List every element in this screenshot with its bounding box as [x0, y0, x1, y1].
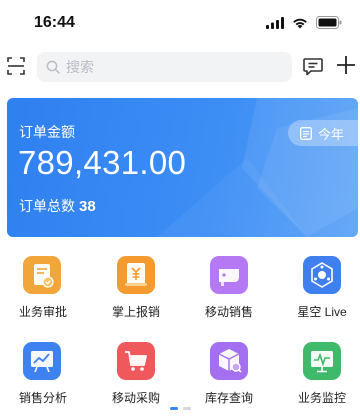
app-label: 业务审批: [18, 305, 67, 319]
app-mobile-reimburse[interactable]: 掌上报销: [93, 254, 183, 324]
app-label: 销售分析: [18, 391, 67, 405]
app-label: 业务监控: [297, 391, 346, 405]
search-box[interactable]: [37, 52, 292, 82]
top-bar: [0, 50, 360, 84]
app-business-approval[interactable]: 业务审批: [0, 254, 90, 324]
page-dot-active[interactable]: [170, 407, 178, 410]
order-count: 订单总数 38: [19, 196, 96, 216]
app-business-monitor[interactable]: 业务监控: [279, 340, 360, 410]
mobile-sales-icon: [210, 256, 248, 294]
battery-icon: [316, 16, 342, 29]
period-selector[interactable]: 今年: [288, 120, 358, 146]
status-bar: 16:44: [0, 0, 360, 44]
app-label: 掌上报销: [111, 305, 160, 319]
app-live[interactable]: 星空 Live: [279, 254, 360, 324]
order-summary-card[interactable]: 订单金额 789,431.00 订单总数 38 今年: [7, 98, 358, 237]
search-icon: [46, 60, 60, 74]
order-amount-label: 订单金额: [19, 124, 75, 140]
order-count-label: 订单总数: [19, 198, 75, 214]
approval-icon: [23, 256, 61, 294]
status-time: 16:44: [34, 14, 75, 31]
message-icon[interactable]: [302, 55, 324, 77]
sales-analysis-icon: [23, 342, 61, 380]
cart-icon: [117, 342, 155, 380]
app-label: 移动采购: [111, 391, 160, 405]
page-indicator: [170, 407, 191, 410]
add-icon[interactable]: [335, 54, 357, 76]
reimburse-icon: [117, 256, 155, 294]
app-label: 星空 Live: [297, 305, 347, 319]
calendar-list-icon: [300, 126, 312, 140]
monitor-icon: [303, 342, 341, 380]
wifi-icon: [293, 18, 307, 28]
app-inventory-query[interactable]: 库存查询: [186, 340, 276, 410]
live-icon: [303, 256, 341, 294]
app-mobile-sales[interactable]: 移动销售: [186, 254, 276, 324]
app-sales-analysis[interactable]: 销售分析: [0, 340, 90, 410]
order-count-value: 38: [79, 198, 96, 215]
app-mobile-purchase[interactable]: 移动采购: [93, 340, 183, 410]
scan-icon[interactable]: [6, 56, 26, 76]
period-label: 今年: [318, 126, 345, 142]
page-dot[interactable]: [183, 407, 191, 410]
order-amount-value: 789,431.00: [18, 144, 187, 181]
search-input[interactable]: [66, 59, 266, 75]
status-icons: [266, 16, 342, 29]
signal-icon: [266, 16, 284, 29]
app-label: 库存查询: [204, 391, 253, 405]
inventory-icon: [210, 342, 248, 380]
app-label: 移动销售: [204, 305, 253, 319]
